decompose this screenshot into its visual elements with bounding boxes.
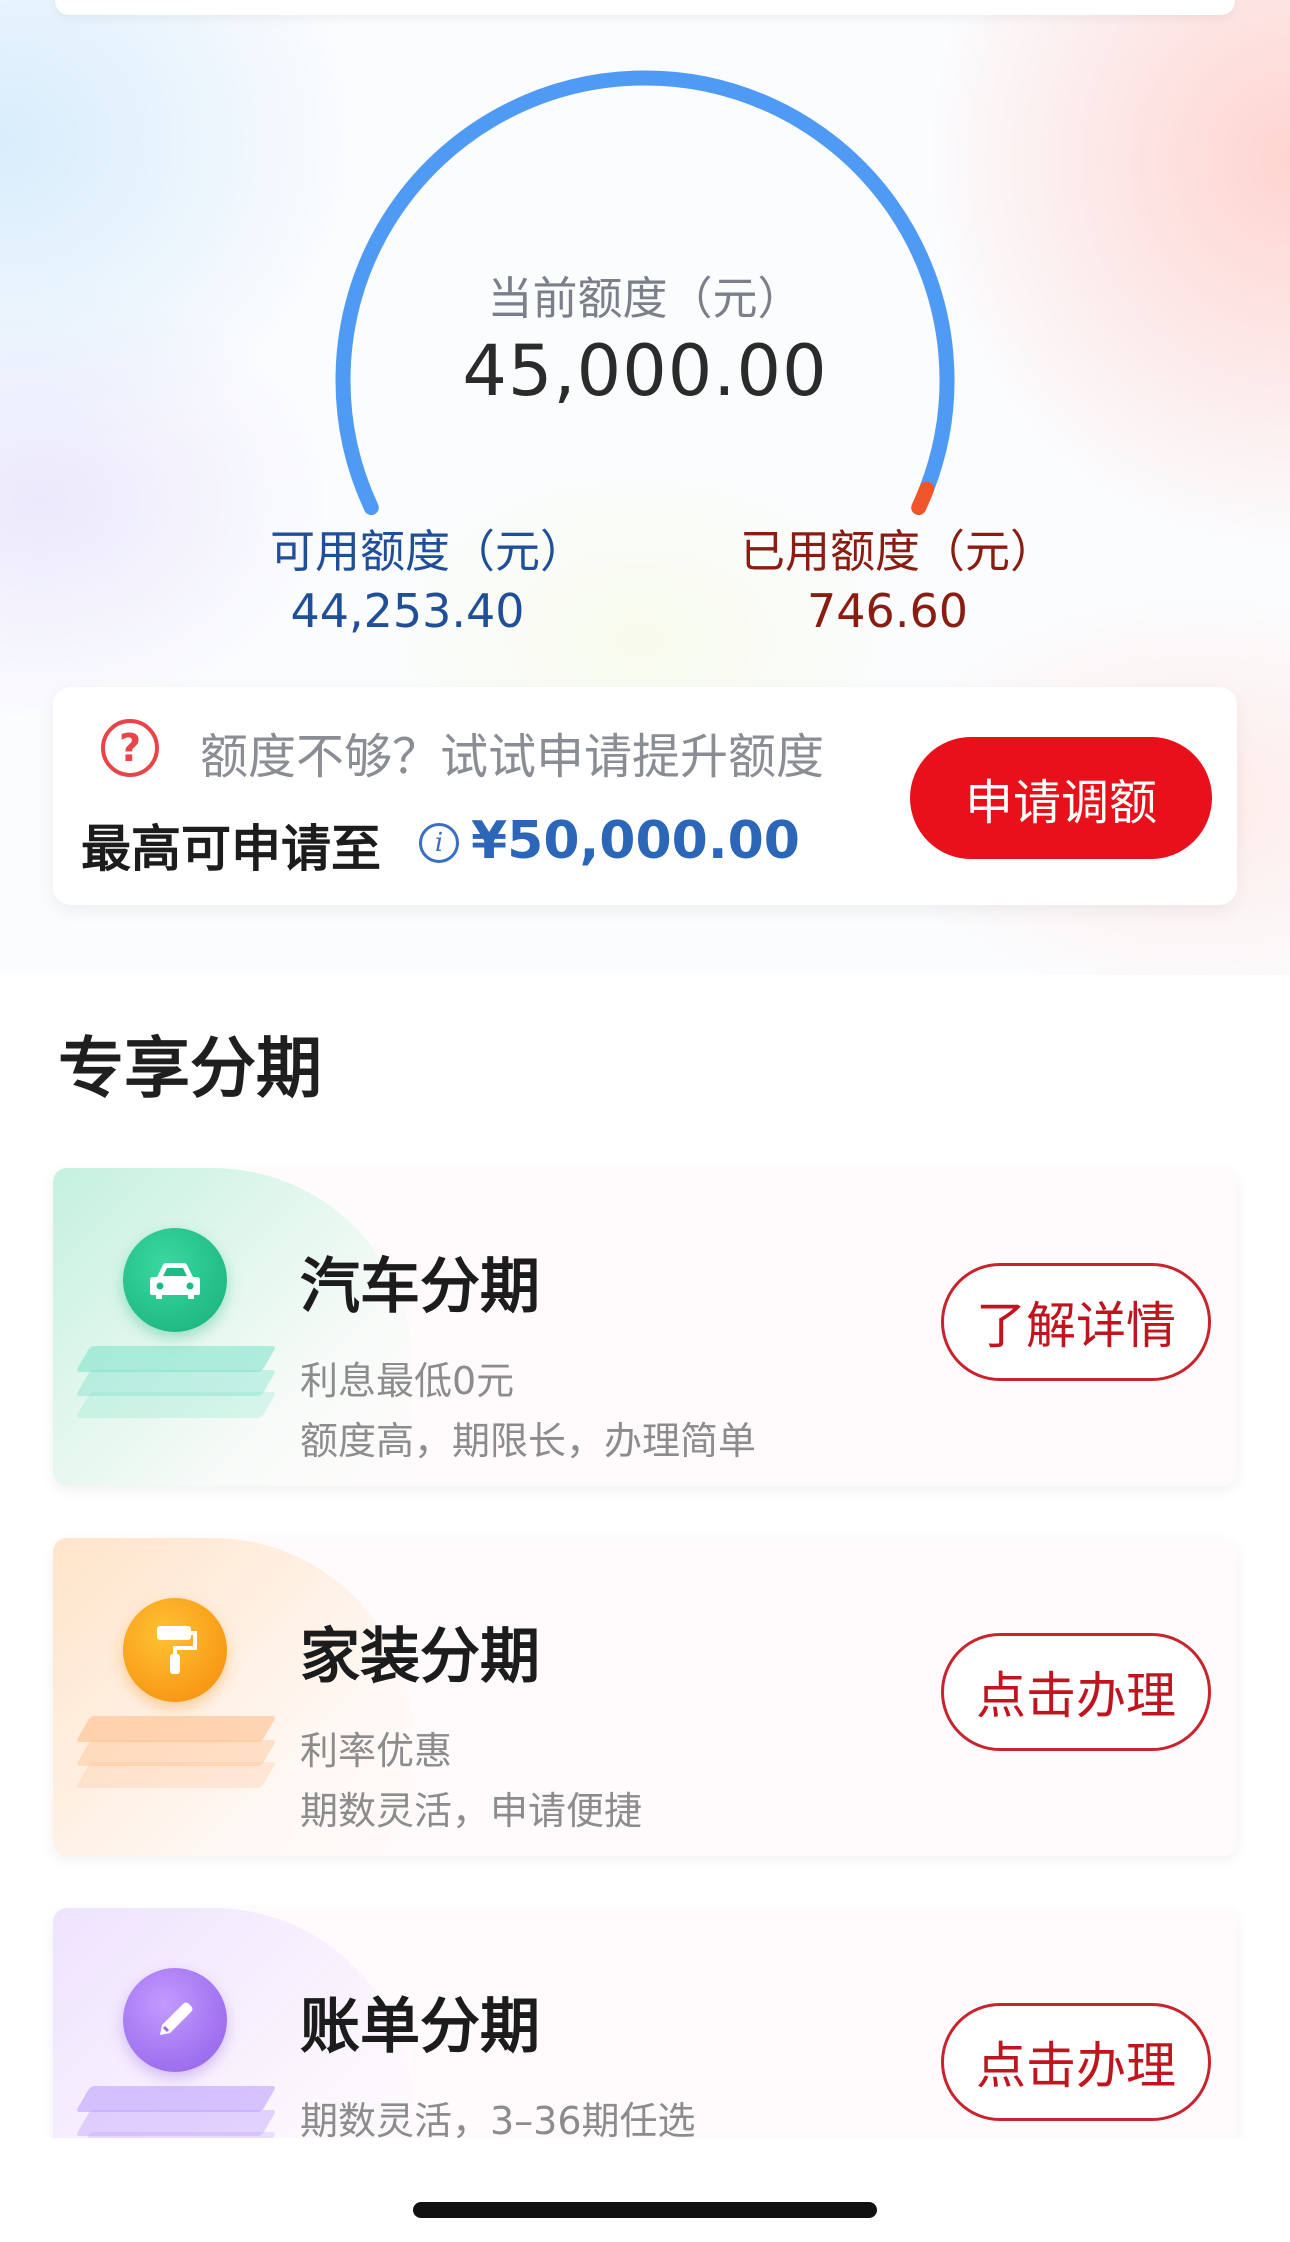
used-limit: 已用额度（元） 746.60 [740, 515, 1056, 638]
current-limit-value: 45,000.00 [462, 330, 828, 412]
info-circle-icon[interactable]: i [419, 823, 459, 863]
home-indicator[interactable] [413, 2202, 877, 2218]
section-title: 专享分期 [58, 1030, 322, 1107]
apply-limit-adjust-button[interactable]: 申请调额 [910, 737, 1212, 859]
product-title: 汽车分期 [300, 1252, 540, 1322]
car-icon [150, 1263, 200, 1299]
used-limit-value: 746.60 [807, 584, 968, 638]
current-limit-label: 当前额度（元） [487, 272, 803, 325]
home-illustration [73, 1598, 277, 1798]
apply-now-button[interactable]: 点击办理 [941, 2003, 1211, 2121]
gauge-used-arc [911, 481, 935, 516]
available-limit: 可用额度（元） 44,253.40 [270, 515, 586, 638]
car-illustration [73, 1228, 277, 1428]
paint-roller-icon [157, 1626, 197, 1674]
product-desc-1: 利息最低0元 [300, 1359, 515, 1403]
used-limit-label: 已用额度（元） [740, 525, 1056, 578]
product-card-car-loan[interactable]: 汽车分期 利息最低0元 额度高，期限长，办理简单 了解详情 [53, 1168, 1237, 1486]
raise-tip-text: 额度不够？试试申请提升额度 [200, 729, 825, 785]
product-title: 账单分期 [300, 1992, 540, 2062]
learn-more-button[interactable]: 了解详情 [941, 1263, 1211, 1381]
bottom-safe-area [0, 2138, 1290, 2242]
product-desc-2: 额度高，期限长，办理简单 [300, 1419, 757, 1463]
pencil-icon [160, 2002, 193, 2035]
question-circle-icon[interactable]: ? [101, 719, 159, 777]
product-title: 家装分期 [300, 1622, 540, 1692]
product-desc-1: 利率优惠 [300, 1729, 453, 1773]
available-limit-label: 可用额度（元） [270, 525, 586, 578]
product-card-home-decoration[interactable]: 家装分期 利率优惠 期数灵活，申请便捷 点击办理 [53, 1538, 1237, 1856]
product-desc-2: 期数灵活，申请便捷 [300, 1789, 643, 1833]
product-desc-1: 期数灵活，3–36期任选 [300, 2099, 696, 2143]
apply-now-button[interactable]: 点击办理 [941, 1633, 1211, 1751]
limit-raise-card: ? 额度不够？试试申请提升额度 最高可申请至 i ¥50,000.00 申请调额 [53, 687, 1237, 905]
available-limit-value: 44,253.40 [290, 584, 525, 638]
max-apply-label: 最高可申请至 [81, 820, 381, 878]
max-apply-amount: ¥50,000.00 [471, 811, 800, 871]
